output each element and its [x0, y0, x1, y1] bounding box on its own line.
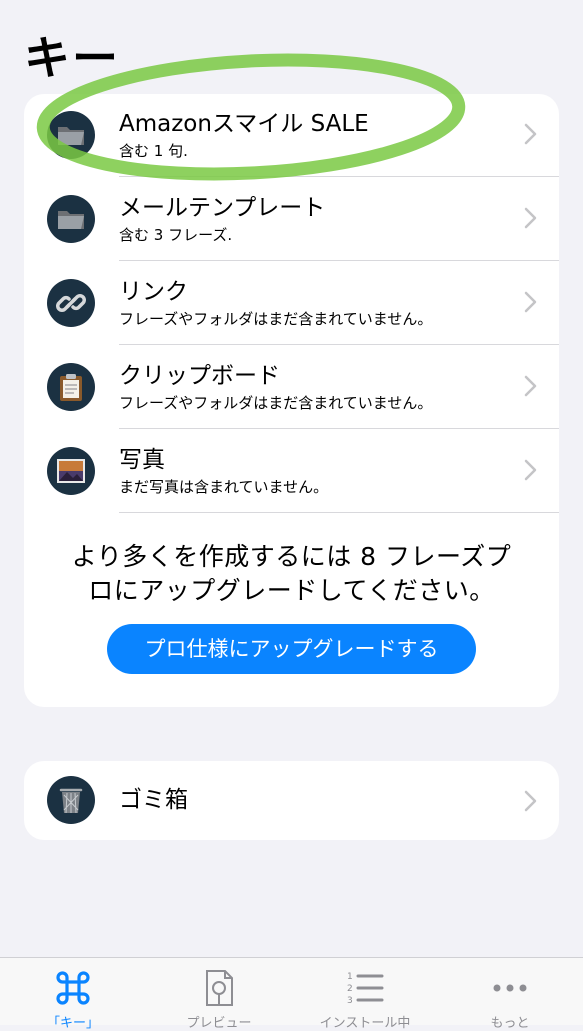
folder-title: Amazonスマイル SALE [119, 111, 369, 137]
trash-card: ゴミ箱 [24, 761, 559, 840]
tab-keys[interactable]: 「キー」 [0, 958, 146, 1031]
folder-row-amazon-sale[interactable]: Amazonスマイル SALE 含む 1 句. [24, 94, 559, 177]
folder-title: リンク [119, 279, 188, 305]
svg-text:2: 2 [347, 984, 353, 994]
folder-row-link[interactable]: リンク フレーズやフォルダはまだ含まれていません。 [24, 262, 559, 345]
tab-installing[interactable]: 1 2 3 インストール中 [292, 958, 438, 1031]
tab-bar: 「キー」 プレビュー 1 2 3 インストール中 もっと [0, 957, 583, 1031]
tab-label: プレビュー [186, 1016, 252, 1031]
page-title: キー [24, 31, 120, 85]
link-icon [47, 279, 95, 327]
folder-title: クリップボード [119, 363, 280, 389]
tab-more[interactable]: もっと [437, 958, 583, 1031]
tab-label: 「キー」 [46, 1016, 99, 1031]
chevron-right-icon [524, 375, 537, 397]
folder-icon [47, 195, 95, 243]
folder-row-clipboard[interactable]: クリップボード フレーズやフォルダはまだ含まれていません。 [24, 346, 559, 429]
folder-title: 写真 [119, 447, 165, 473]
divider [119, 428, 559, 429]
svg-text:3: 3 [347, 996, 353, 1006]
chevron-right-icon [524, 291, 537, 313]
chevron-right-icon [524, 207, 537, 229]
upgrade-message: より多くを作成するには 8 フレーズプ ロにアップグレードしてください。 [24, 540, 559, 608]
folder-subtitle: まだ写真は含まれていません。 [119, 478, 329, 496]
clipboard-icon [47, 363, 95, 411]
folder-subtitle: フレーズやフォルダはまだ含まれていません。 [119, 310, 433, 328]
upgrade-to-pro-button[interactable]: プロ仕様にアップグレードする [107, 624, 476, 674]
trash-row[interactable]: ゴミ箱 [24, 761, 559, 840]
divider [119, 260, 559, 261]
folder-title: メールテンプレート [119, 195, 326, 221]
folder-list-card: Amazonスマイル SALE 含む 1 句. メールテンプレート 含む 3 フ… [24, 94, 559, 707]
svg-text:1: 1 [347, 972, 353, 982]
chevron-right-icon [524, 790, 537, 812]
preview-icon [206, 970, 233, 1006]
numbered-list-icon: 1 2 3 [347, 972, 384, 1006]
tab-preview[interactable]: プレビュー [146, 958, 292, 1031]
chevron-right-icon [524, 459, 537, 481]
folder-subtitle: 含む 1 句. [119, 142, 188, 160]
folder-icon [47, 111, 95, 159]
folder-subtitle: 含む 3 フレーズ. [119, 226, 233, 244]
tab-label: インストール中 [319, 1016, 411, 1031]
tab-label: もっと [490, 1016, 530, 1031]
trash-icon [47, 776, 95, 824]
upgrade-message-line: ロにアップグレードしてください。 [88, 576, 495, 605]
divider [119, 512, 559, 513]
folder-row-mail-template[interactable]: メールテンプレート 含む 3 フレーズ. [24, 178, 559, 261]
command-icon [56, 971, 90, 1005]
upgrade-message-line: より多くを作成するには 8 フレーズプ [71, 542, 512, 571]
folder-row-photos[interactable]: 写真 まだ写真は含まれていません。 [24, 430, 559, 513]
more-icon [493, 984, 527, 992]
divider [119, 344, 559, 345]
photo-icon [47, 447, 95, 495]
divider [119, 176, 559, 177]
chevron-right-icon [524, 123, 537, 145]
trash-title: ゴミ箱 [119, 787, 188, 813]
folder-subtitle: フレーズやフォルダはまだ含まれていません。 [119, 394, 433, 412]
